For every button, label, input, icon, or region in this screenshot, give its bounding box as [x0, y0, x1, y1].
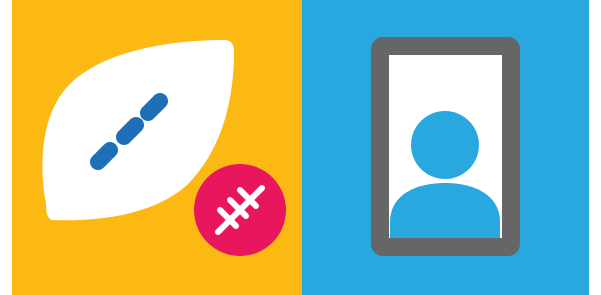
stitch-badge-icon [194, 164, 286, 256]
right-panel [302, 0, 589, 295]
avatar-head [411, 111, 479, 179]
right-panel-svg [302, 0, 589, 295]
left-panel [12, 0, 302, 295]
football-lace [116, 117, 144, 145]
football-lace [140, 93, 168, 121]
left-panel-svg [12, 0, 302, 295]
football-lace [90, 142, 118, 170]
illustration [0, 0, 601, 295]
